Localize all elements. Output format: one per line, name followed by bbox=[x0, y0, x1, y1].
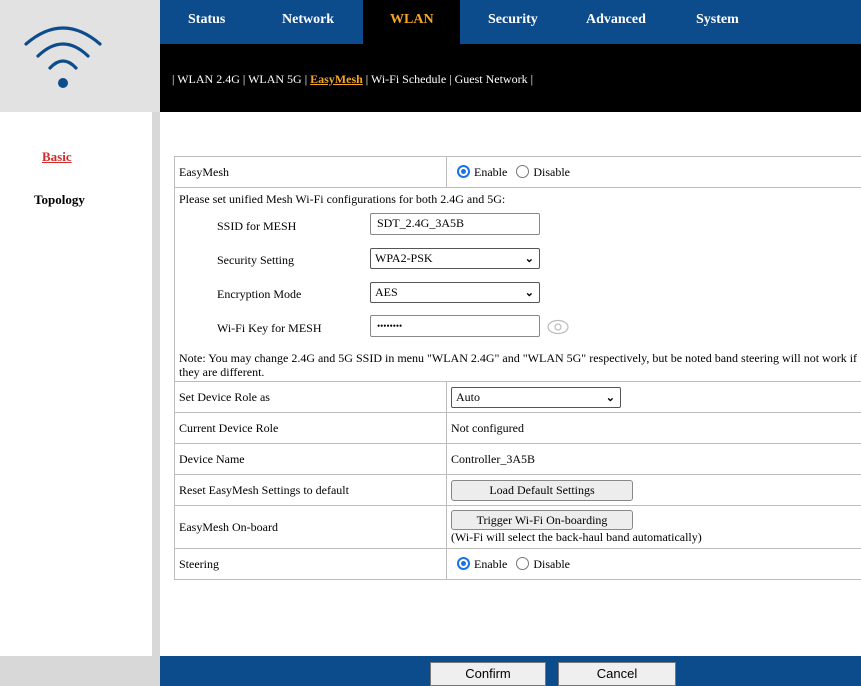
easymesh-disable-radio[interactable] bbox=[516, 164, 530, 178]
sidebar-divider bbox=[152, 112, 160, 686]
current-role-row: Current Device Role Not configured bbox=[174, 412, 861, 444]
subnav-separator: | bbox=[242, 72, 246, 86]
onboard-label: EasyMesh On-board bbox=[174, 505, 447, 549]
subnav-wlan-5g[interactable]: WLAN 5G bbox=[248, 72, 302, 86]
security-row: Security Setting WPA2-PSK ⌄ bbox=[175, 243, 861, 277]
nav-advanced[interactable]: Advanced bbox=[586, 12, 646, 28]
chevron-down-icon: ⌄ bbox=[605, 392, 615, 404]
sidebar-item-topology[interactable]: Topology bbox=[34, 192, 85, 208]
steering-toggle: Enable Disable bbox=[446, 548, 861, 580]
top-nav: Status Network WLAN Security Advanced Sy… bbox=[160, 0, 861, 44]
role-label: Set Device Role as bbox=[174, 381, 447, 413]
footer-bar: Confirm Cancel bbox=[160, 656, 861, 686]
nav-system[interactable]: System bbox=[696, 12, 739, 28]
disable-label: Disable bbox=[533, 556, 570, 571]
ssid-label: SSID for MESH bbox=[217, 219, 297, 233]
eye-icon[interactable] bbox=[547, 319, 569, 335]
device-name-label: Device Name bbox=[174, 443, 447, 475]
nav-security[interactable]: Security bbox=[488, 12, 538, 28]
security-select[interactable]: WPA2-PSK ⌄ bbox=[370, 248, 540, 269]
sub-nav: | WLAN 2.4G | WLAN 5G | EasyMesh | Wi-Fi… bbox=[160, 44, 861, 112]
reset-label: Reset EasyMesh Settings to default bbox=[174, 474, 447, 506]
easymesh-toggle: Enable Disable bbox=[446, 156, 861, 188]
encryption-value: AES bbox=[375, 285, 398, 299]
role-select[interactable]: Auto ⌄ bbox=[451, 387, 621, 408]
encryption-label: Encryption Mode bbox=[217, 287, 302, 301]
reset-row: Reset EasyMesh Settings to default Load … bbox=[174, 474, 861, 506]
nav-network[interactable]: Network bbox=[282, 12, 334, 28]
onboard-note: (Wi-Fi will select the back-haul band au… bbox=[451, 530, 702, 544]
onboard-cell: Trigger Wi-Fi On-boarding (Wi-Fi will se… bbox=[446, 505, 861, 549]
role-cell: Auto ⌄ bbox=[446, 381, 861, 413]
confirm-button[interactable]: Confirm bbox=[430, 662, 546, 686]
wifi-icon bbox=[24, 26, 102, 88]
cancel-button[interactable]: Cancel bbox=[558, 662, 676, 686]
device-name-value: Controller_3A5B bbox=[446, 443, 861, 475]
nav-status[interactable]: Status bbox=[188, 12, 225, 28]
steering-row: Steering Enable Disable bbox=[174, 548, 861, 580]
ssid-note: Note: You may change 2.4G and 5G SSID in… bbox=[179, 351, 858, 379]
mesh-config-cell: Please set unified Mesh Wi-Fi configurat… bbox=[174, 187, 861, 382]
steering-enable-radio[interactable] bbox=[457, 556, 470, 570]
reset-cell: Load Default Settings bbox=[446, 474, 861, 506]
role-value: Auto bbox=[456, 390, 480, 404]
security-value: WPA2-PSK bbox=[375, 251, 433, 265]
key-input[interactable]: •••••••• bbox=[370, 315, 540, 337]
subnav-separator: | bbox=[449, 72, 452, 86]
mesh-config-row: Please set unified Mesh Wi-Fi configurat… bbox=[174, 187, 861, 382]
easymesh-label: EasyMesh bbox=[174, 156, 447, 188]
nav-wlan[interactable]: WLAN bbox=[390, 12, 434, 28]
encryption-select[interactable]: AES ⌄ bbox=[370, 282, 540, 303]
device-role-row: Set Device Role as Auto ⌄ bbox=[174, 381, 861, 413]
sidebar-footer bbox=[0, 656, 152, 686]
sidebar: Basic Topology bbox=[0, 112, 152, 656]
logo-panel bbox=[0, 0, 160, 112]
sub-nav-links: | WLAN 2.4G | WLAN 5G | EasyMesh | Wi-Fi… bbox=[172, 72, 533, 87]
enable-label: Enable bbox=[474, 556, 508, 571]
key-row: Wi-Fi Key for MESH •••••••• bbox=[175, 311, 861, 345]
steering-label: Steering bbox=[174, 548, 447, 580]
security-label: Security Setting bbox=[217, 253, 294, 267]
key-label: Wi-Fi Key for MESH bbox=[217, 321, 322, 335]
subnav-separator: | bbox=[172, 72, 175, 86]
ssid-input[interactable]: SDT_2.4G_3A5B bbox=[370, 213, 540, 235]
settings-table: EasyMesh Enable Disable Please set unifi… bbox=[174, 156, 861, 580]
ssid-row: SSID for MESH SDT_2.4G_3A5B bbox=[175, 209, 861, 243]
sidebar-item-basic[interactable]: Basic bbox=[42, 149, 72, 165]
subnav-separator: | bbox=[365, 72, 369, 86]
enable-label: Enable bbox=[474, 164, 508, 179]
trigger-onboarding-button[interactable]: Trigger Wi-Fi On-boarding bbox=[451, 510, 633, 530]
chevron-down-icon: ⌄ bbox=[524, 253, 534, 265]
easymesh-enable-radio[interactable] bbox=[457, 164, 470, 178]
disable-label: Disable bbox=[533, 164, 570, 179]
subnav-wlan-24g[interactable]: WLAN 2.4G bbox=[177, 72, 240, 86]
onboard-row: EasyMesh On-board Trigger Wi-Fi On-board… bbox=[174, 505, 861, 549]
encryption-row: Encryption Mode AES ⌄ bbox=[175, 277, 861, 311]
unified-note: Please set unified Mesh Wi-Fi configurat… bbox=[179, 192, 506, 206]
subnav-separator: | bbox=[530, 72, 533, 86]
subnav-separator: | bbox=[304, 72, 308, 86]
device-name-row: Device Name Controller_3A5B bbox=[174, 443, 861, 475]
subnav-guest-network[interactable]: Guest Network bbox=[455, 72, 528, 86]
easymesh-row: EasyMesh Enable Disable bbox=[174, 156, 861, 188]
current-role-label: Current Device Role bbox=[174, 412, 447, 444]
current-role-value: Not configured bbox=[446, 412, 861, 444]
chevron-down-icon: ⌄ bbox=[524, 287, 534, 299]
easymesh-form: EasyMesh Enable Disable Please set unifi… bbox=[174, 156, 861, 580]
steering-disable-radio[interactable] bbox=[516, 556, 530, 570]
subnav-easymesh[interactable]: EasyMesh bbox=[310, 72, 363, 86]
load-default-button[interactable]: Load Default Settings bbox=[451, 479, 633, 501]
subnav-wifi-schedule[interactable]: Wi-Fi Schedule bbox=[371, 72, 446, 86]
